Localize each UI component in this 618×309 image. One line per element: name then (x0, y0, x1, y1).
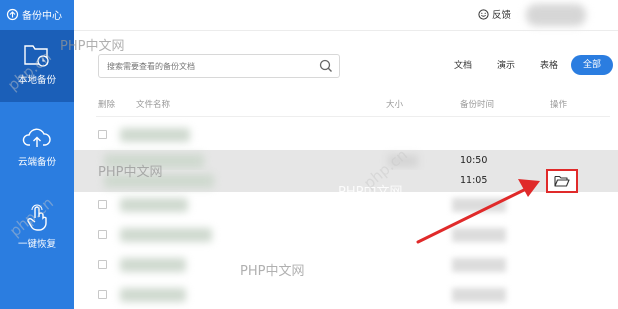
feedback-icon (478, 8, 489, 20)
top-divider (74, 30, 618, 31)
file-name-blurred (120, 128, 190, 142)
filter-tab-presentation[interactable]: 演示 (497, 58, 515, 71)
file-name-blurred (120, 198, 188, 212)
column-header-actions: 操作 (550, 100, 568, 110)
backup-time-blurred (452, 198, 506, 212)
backup-time: 11:05 (460, 175, 488, 186)
table-row[interactable] (74, 224, 618, 246)
file-name-blurred (120, 288, 186, 302)
cloud-upload-icon (22, 128, 51, 147)
watermark-text: PHP中文网 (98, 165, 163, 180)
sidebar-header: 备份中心 (0, 0, 74, 28)
sidebar-item-label: 一键恢复 (17, 239, 56, 250)
search-icon[interactable] (319, 59, 333, 73)
filter-tab-all[interactable]: 全部 (571, 55, 613, 75)
header-divider (96, 116, 610, 117)
feedback-button[interactable]: 反馈 (478, 7, 511, 21)
column-header-size: 大小 (386, 100, 404, 110)
watermark-text: PHP中文网 (60, 39, 125, 54)
sidebar-item-label: 云端备份 (17, 157, 56, 168)
sidebar-title: 备份中心 (22, 10, 62, 22)
search-box[interactable] (98, 54, 340, 78)
filter-tab-spreadsheet[interactable]: 表格 (540, 58, 558, 71)
top-bar: 反馈 (74, 0, 618, 30)
sidebar-item-cloud-backup[interactable]: 云端备份 (0, 118, 74, 180)
backup-time-blurred (452, 228, 506, 242)
column-header-delete: 删除 (98, 100, 116, 110)
watermark-text: PHP中文网 (240, 264, 305, 279)
backup-time-blurred (452, 258, 506, 272)
file-name-blurred (120, 228, 212, 242)
row-checkbox[interactable] (98, 290, 107, 299)
column-header-file-name: 文件名称 (136, 100, 171, 110)
table-row[interactable] (74, 124, 618, 146)
table-row[interactable] (74, 254, 618, 276)
open-folder-button[interactable] (546, 169, 578, 193)
row-checkbox[interactable] (98, 200, 107, 209)
backup-time: 10:50 (460, 155, 488, 166)
column-header-backup-time: 备份时间 (460, 100, 495, 110)
user-info-blurred (526, 4, 586, 26)
search-input[interactable] (107, 58, 307, 74)
row-checkbox[interactable] (98, 130, 107, 139)
backup-center-icon (6, 8, 19, 20)
file-name-blurred (120, 258, 186, 272)
table-row[interactable] (74, 284, 618, 306)
folder-open-icon (554, 175, 570, 187)
filter-tab-document[interactable]: 文档 (454, 58, 472, 71)
row-checkbox[interactable] (98, 260, 107, 269)
row-checkbox[interactable] (98, 230, 107, 239)
backup-time-blurred (452, 288, 506, 302)
feedback-label: 反馈 (492, 10, 512, 21)
